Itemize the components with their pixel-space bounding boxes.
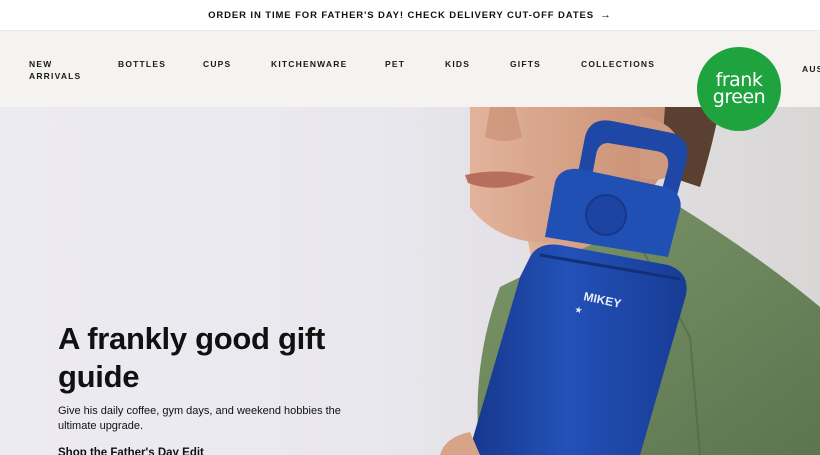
logo-text-line2: green	[712, 86, 766, 108]
hero-image: MIKEY ★	[440, 107, 820, 455]
nav-item-kids[interactable]: KIDS	[445, 58, 470, 70]
nav-item-pet[interactable]: PET	[385, 58, 405, 70]
shop-fathers-day-link[interactable]: Shop the Father's Day Edit	[58, 447, 204, 455]
hero-title: A frankly good gift guide	[58, 321, 325, 394]
announcement-bar[interactable]: ORDER IN TIME FOR FATHER'S DAY! CHECK DE…	[0, 0, 820, 30]
arrow-right-icon: →	[600, 9, 612, 21]
nav-item-cups[interactable]: CUPS	[203, 58, 231, 70]
frank-green-logo[interactable]: frank green	[697, 47, 781, 131]
nav-item-collections[interactable]: COLLECTIONS	[581, 58, 655, 70]
nav-item-new-arrivals[interactable]: NEW ARRIVALS	[29, 58, 89, 82]
nav-item-gifts[interactable]: GIFTS	[510, 58, 541, 70]
hero-subtitle: Give his daily coffee, gym days, and wee…	[58, 405, 341, 432]
nav-item-bottles[interactable]: BOTTLES	[118, 58, 166, 70]
announcement-text: ORDER IN TIME FOR FATHER'S DAY! CHECK DE…	[208, 9, 595, 21]
region-selector[interactable]: AUS	[802, 64, 820, 74]
nav-item-kitchenware[interactable]: KITCHENWARE	[271, 58, 347, 70]
hero-banner: MIKEY ★	[0, 107, 820, 455]
